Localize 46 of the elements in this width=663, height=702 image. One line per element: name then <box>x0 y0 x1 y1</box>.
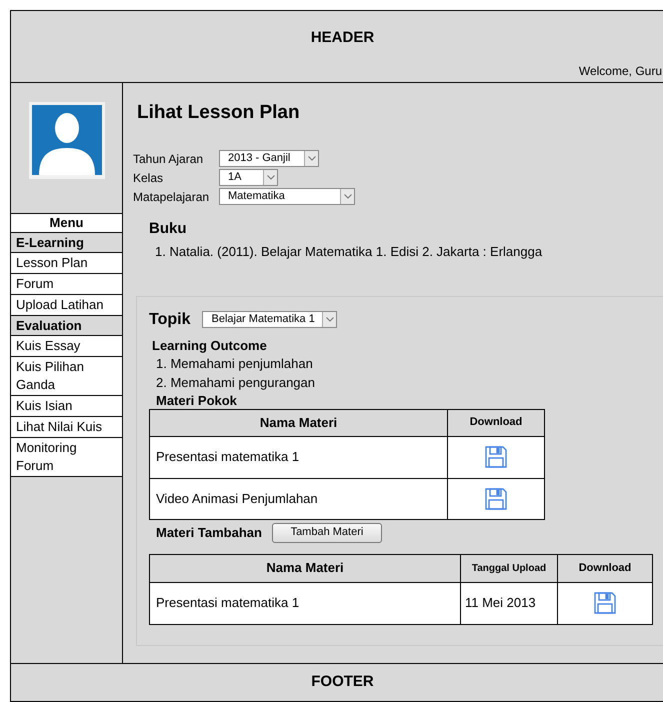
save-icon[interactable] <box>484 445 508 469</box>
save-icon[interactable] <box>593 591 617 615</box>
menu-item[interactable]: Kuis Essay <box>11 336 122 357</box>
menu-item[interactable]: Kuis Isian <box>11 396 122 417</box>
book-reference: 1. Natalia. (2011). Belajar Matematika 1. Edisi 2. Jakarta : Erlangga <box>155 243 544 261</box>
save-icon[interactable] <box>484 486 508 510</box>
add-material-button[interactable]: Tambah Materi <box>272 522 382 542</box>
table-cell: Video Animasi Penjumlahan <box>150 478 448 518</box>
column-header: Nama Materi <box>150 554 461 582</box>
chevron-down-icon <box>266 175 274 180</box>
menu-item[interactable]: Forum <box>11 274 122 295</box>
footer: FOOTER <box>11 663 663 701</box>
menu-title: Menu <box>11 213 122 233</box>
column-header: Download <box>578 560 632 576</box>
chevron-down-icon <box>308 156 316 161</box>
section-heading: Learning Outcome <box>152 338 268 354</box>
chevron-down-icon <box>344 194 352 199</box>
table-cell: Presentasi matematika 1 <box>150 436 448 478</box>
column-header: Nama Materi <box>150 410 448 436</box>
filter-dropdown[interactable]: 1A <box>219 169 278 186</box>
filter-label: Matapelajaran <box>133 188 210 206</box>
table-cell: Presentasi matematika 1 <box>150 582 461 624</box>
menu-item[interactable]: Monitoring Forum <box>11 438 122 477</box>
table-cell: 11 Mei 2013 <box>461 582 558 624</box>
filter-dropdown[interactable]: Matematika <box>219 188 355 205</box>
outcome-item: 2. Memahami pengurangan <box>156 374 316 392</box>
menu-item[interactable]: Kuis Pilihan Ganda <box>11 357 122 396</box>
filter-label: Kelas <box>133 170 164 186</box>
menu-item[interactable]: Lesson Plan <box>11 253 122 274</box>
column-header: Download <box>468 415 524 430</box>
header-title: HEADER <box>310 28 376 48</box>
outcome-item: 1. Memahami penjumlahan <box>156 354 314 372</box>
section-heading: Materi Tambahan <box>156 524 262 542</box>
section-heading: Materi Pokok <box>156 392 238 408</box>
column-header: Tanggal Upload <box>461 554 558 582</box>
topic-dropdown[interactable]: Belajar Matematika 1 <box>202 311 338 328</box>
topic-label: Topik <box>149 310 190 330</box>
page-title: Lihat Lesson Plan <box>137 101 301 125</box>
menu-item[interactable]: Upload Latihan <box>11 295 122 316</box>
welcome-text: Welcome, Guru <box>578 63 663 80</box>
filter-dropdown[interactable]: 2013 - Ganjil <box>219 150 319 167</box>
chevron-down-icon <box>326 317 334 322</box>
filter-label: Tahun Ajaran <box>133 150 204 168</box>
avatar-icon <box>28 102 104 179</box>
menu-item[interactable]: Lihat Nilai Kuis <box>11 417 122 438</box>
section-heading: Buku <box>149 218 188 238</box>
